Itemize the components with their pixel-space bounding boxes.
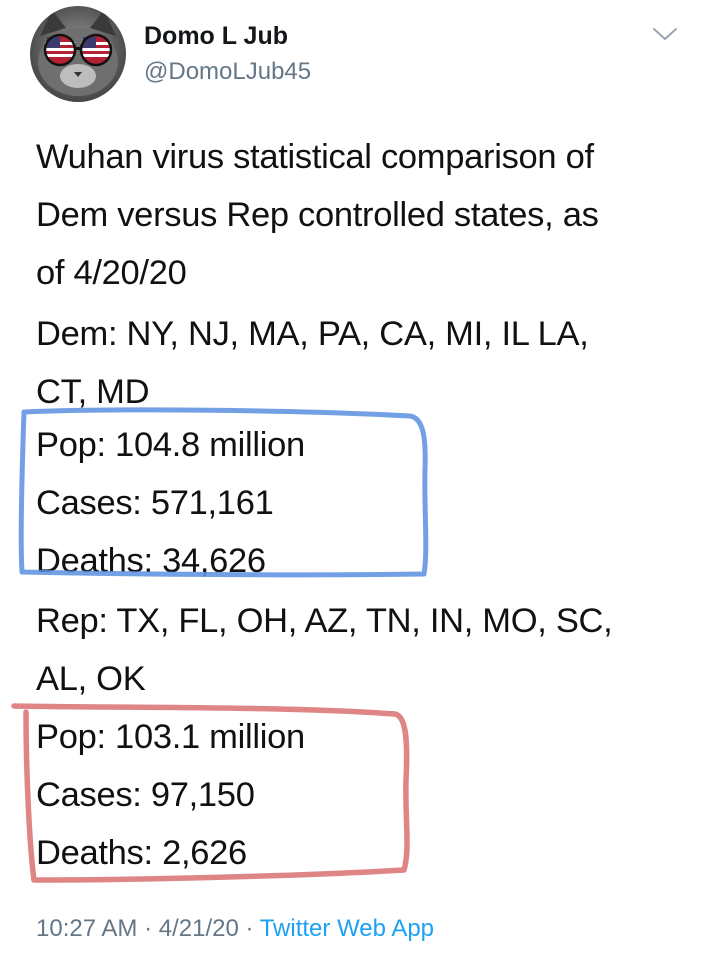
dem-states-line: CT, MD xyxy=(36,373,150,411)
dem-deaths: Deaths: 34,626 xyxy=(36,542,266,580)
tweet-line: of 4/20/20 xyxy=(36,254,187,292)
tweet-date[interactable]: 4/21/20 xyxy=(159,915,239,942)
tweet-intro: Wuhan virus statistical comparison of De… xyxy=(36,128,599,302)
user-handle[interactable]: @DomoLJub45 xyxy=(144,58,311,86)
tweet-line: Dem versus Rep controlled states, as xyxy=(36,196,599,234)
rep-deaths: Deaths: 2,626 xyxy=(36,834,247,872)
avatar[interactable] xyxy=(30,6,126,102)
rep-population: Pop: 103.1 million xyxy=(36,718,305,756)
meta-separator: · xyxy=(238,915,260,942)
rep-stats: Pop: 103.1 million Cases: 97,150 Deaths:… xyxy=(36,708,305,882)
meta-separator: · xyxy=(137,915,159,942)
dem-states-line: Dem: NY, NJ, MA, PA, CA, MI, IL LA, xyxy=(36,315,589,353)
tweet-meta: 10:27 AM · 4/21/20 · Twitter Web App xyxy=(36,915,434,943)
display-name[interactable]: Domo L Jub xyxy=(144,22,288,51)
rep-states-line: Rep: TX, FL, OH, AZ, TN, IN, MO, SC, xyxy=(36,602,613,640)
avatar-image xyxy=(38,10,118,96)
rep-cases: Cases: 97,150 xyxy=(36,776,255,814)
tweet-line: Wuhan virus statistical comparison of xyxy=(36,138,594,176)
rep-states: Rep: TX, FL, OH, AZ, TN, IN, MO, SC, AL,… xyxy=(36,592,613,708)
tweet-time[interactable]: 10:27 AM xyxy=(36,915,137,942)
tweet-source-link[interactable]: Twitter Web App xyxy=(260,915,434,942)
tweet-card: Domo L Jub @DomoLJub45 Wuhan virus stati… xyxy=(0,0,706,960)
dem-cases: Cases: 571,161 xyxy=(36,484,274,522)
rep-states-line: AL, OK xyxy=(36,660,146,698)
dem-population: Pop: 104.8 million xyxy=(36,426,305,464)
dem-stats: Pop: 104.8 million Cases: 571,161 Deaths… xyxy=(36,416,305,590)
chevron-down-icon[interactable] xyxy=(652,26,678,42)
dem-states: Dem: NY, NJ, MA, PA, CA, MI, IL LA, CT, … xyxy=(36,305,589,421)
